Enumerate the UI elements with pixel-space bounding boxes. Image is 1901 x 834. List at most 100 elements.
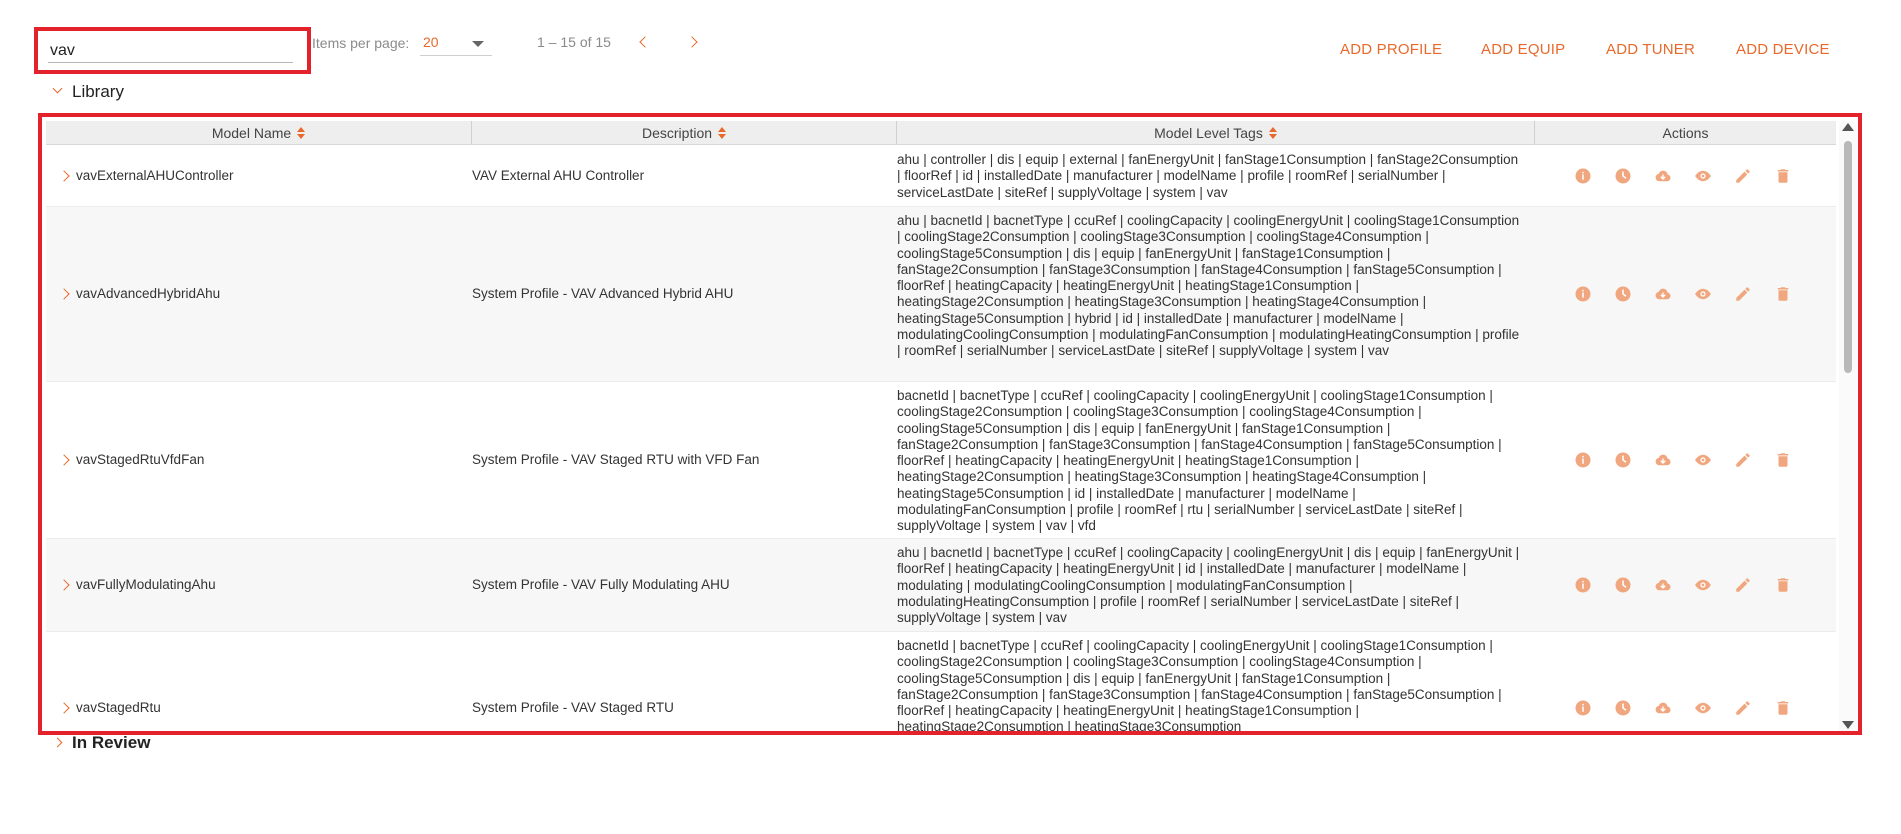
- download-button[interactable]: [1653, 698, 1673, 718]
- history-icon: [1614, 451, 1632, 469]
- edit-button[interactable]: [1733, 450, 1753, 470]
- history-button[interactable]: [1613, 698, 1633, 718]
- table-row: vavExternalAHUController VAV External AH…: [46, 146, 1836, 207]
- view-button[interactable]: [1693, 166, 1713, 186]
- scroll-up-arrow-icon[interactable]: [1842, 123, 1854, 131]
- table-body: vavExternalAHUController VAV External AH…: [46, 146, 1836, 735]
- view-button[interactable]: [1693, 575, 1713, 595]
- delete-button[interactable]: [1773, 450, 1793, 470]
- edit-icon: [1734, 167, 1752, 185]
- expand-row-icon[interactable]: [58, 454, 70, 466]
- table-row: vavStagedRtu System Profile - VAV Staged…: [46, 632, 1836, 735]
- model-name-cell: vavExternalAHUController: [76, 168, 234, 183]
- items-per-page-select[interactable]: 20: [420, 32, 492, 56]
- delete-icon: [1774, 699, 1792, 717]
- edit-icon: [1734, 576, 1752, 594]
- view-button[interactable]: [1693, 284, 1713, 304]
- column-label: Description: [641, 125, 713, 141]
- info-button[interactable]: [1573, 166, 1593, 186]
- eye-icon: [1694, 576, 1712, 594]
- edit-button[interactable]: [1733, 698, 1753, 718]
- expand-row-icon[interactable]: [58, 170, 70, 182]
- row-actions: [1573, 698, 1793, 718]
- model-name-cell: vavStagedRtuVfdFan: [76, 452, 205, 467]
- download-button[interactable]: [1653, 575, 1673, 595]
- download-button[interactable]: [1653, 284, 1673, 304]
- dropdown-caret-icon: [472, 41, 484, 47]
- info-button[interactable]: [1573, 698, 1593, 718]
- column-label: Actions: [1662, 125, 1709, 141]
- eye-icon: [1694, 451, 1712, 469]
- history-icon: [1614, 167, 1632, 185]
- column-header-actions: Actions: [1535, 121, 1836, 145]
- info-button[interactable]: [1573, 284, 1593, 304]
- cloud-download-icon: [1654, 576, 1672, 594]
- description-cell: System Profile - VAV Fully Modulating AH…: [472, 577, 730, 592]
- edit-button[interactable]: [1733, 284, 1753, 304]
- column-header-model-name[interactable]: Model Name: [46, 121, 472, 145]
- info-icon: [1574, 451, 1592, 469]
- model-name-cell: vavAdvancedHybridAhu: [76, 286, 221, 301]
- delete-button[interactable]: [1773, 166, 1793, 186]
- cloud-download-icon: [1654, 167, 1672, 185]
- add-tuner-button[interactable]: ADD TUNER: [1606, 41, 1695, 58]
- delete-button[interactable]: [1773, 698, 1793, 718]
- description-cell: System Profile - VAV Staged RTU: [472, 700, 674, 715]
- history-button[interactable]: [1613, 450, 1633, 470]
- view-button[interactable]: [1693, 450, 1713, 470]
- edit-button[interactable]: [1733, 575, 1753, 595]
- history-button[interactable]: [1613, 166, 1633, 186]
- column-label: Model Name: [211, 125, 292, 141]
- sort-icon: [297, 127, 306, 139]
- chevron-left-icon: [639, 36, 651, 48]
- tags-cell: bacnetId | bacnetType | ccuRef | cooling…: [897, 388, 1502, 534]
- items-per-page-label: Items per page:: [312, 35, 410, 51]
- history-icon: [1614, 285, 1632, 303]
- search-input[interactable]: [48, 39, 293, 63]
- table-header: Model Name Description Model Level Tags …: [46, 121, 1836, 145]
- add-profile-button[interactable]: ADD PROFILE: [1340, 41, 1442, 58]
- description-cell: System Profile - VAV Advanced Hybrid AHU: [472, 286, 734, 301]
- pagination-range: 1 – 15 of 15: [537, 34, 611, 50]
- tags-cell: bacnetId | bacnetType | ccuRef | cooling…: [897, 638, 1502, 735]
- prev-page-button[interactable]: [634, 33, 652, 53]
- next-page-button[interactable]: [685, 33, 703, 53]
- download-button[interactable]: [1653, 166, 1673, 186]
- chevron-right-icon: [52, 737, 63, 748]
- delete-icon: [1774, 167, 1792, 185]
- description-cell: System Profile - VAV Staged RTU with VFD…: [472, 452, 760, 467]
- info-button[interactable]: [1573, 450, 1593, 470]
- delete-button[interactable]: [1773, 575, 1793, 595]
- edit-button[interactable]: [1733, 166, 1753, 186]
- add-equip-button[interactable]: ADD EQUIP: [1481, 41, 1565, 58]
- table-row: vavStagedRtuVfdFan System Profile - VAV …: [46, 382, 1836, 539]
- download-button[interactable]: [1653, 450, 1673, 470]
- add-device-button[interactable]: ADD DEVICE: [1736, 41, 1830, 58]
- model-name-cell: vavFullyModulatingAhu: [76, 577, 216, 592]
- cloud-download-icon: [1654, 285, 1672, 303]
- column-header-description[interactable]: Description: [472, 121, 897, 145]
- row-actions: [1573, 284, 1793, 304]
- column-header-model-level-tags[interactable]: Model Level Tags: [897, 121, 1535, 145]
- expand-row-icon[interactable]: [58, 702, 70, 714]
- delete-icon: [1774, 285, 1792, 303]
- expand-row-icon[interactable]: [58, 288, 70, 300]
- table-row: vavAdvancedHybridAhu System Profile - VA…: [46, 207, 1836, 382]
- tags-cell: ahu | bacnetId | bacnetType | ccuRef | c…: [897, 545, 1520, 626]
- scroll-thumb[interactable]: [1844, 141, 1852, 373]
- scroll-down-arrow-icon[interactable]: [1842, 721, 1854, 729]
- info-button[interactable]: [1573, 575, 1593, 595]
- model-name-cell: vavStagedRtu: [76, 700, 161, 715]
- sort-icon: [1268, 127, 1277, 139]
- chevron-down-icon: [52, 83, 63, 94]
- table-scrollbar[interactable]: [1839, 121, 1857, 731]
- column-label: Model Level Tags: [1154, 125, 1263, 141]
- delete-button[interactable]: [1773, 284, 1793, 304]
- history-button[interactable]: [1613, 575, 1633, 595]
- view-button[interactable]: [1693, 698, 1713, 718]
- expand-row-icon[interactable]: [58, 579, 70, 591]
- search-box-highlight: [34, 27, 311, 74]
- in-review-section-title: In Review: [72, 733, 151, 752]
- edit-icon: [1734, 285, 1752, 303]
- history-button[interactable]: [1613, 284, 1633, 304]
